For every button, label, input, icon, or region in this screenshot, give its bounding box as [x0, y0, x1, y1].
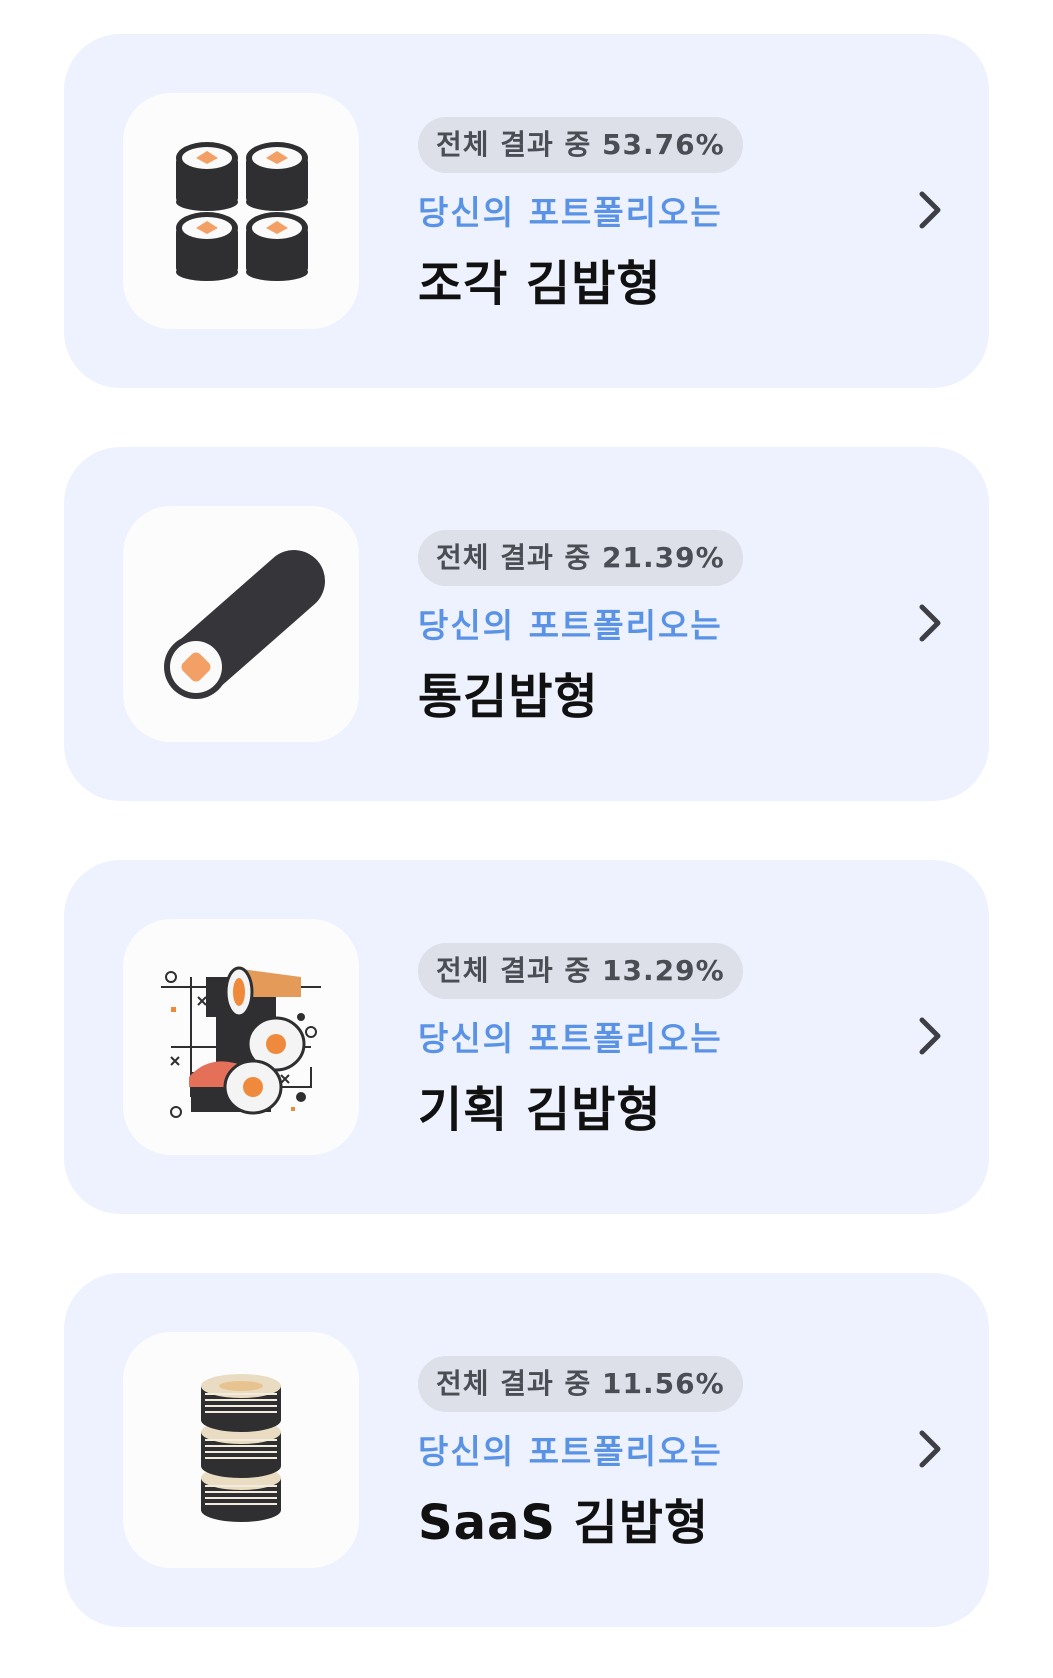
chevron-right-icon[interactable] [912, 599, 948, 647]
sliced-kimbap-icon [123, 93, 359, 329]
result-type-title: 통김밥형 [418, 669, 599, 725]
result-type-title: 기획 김밥형 [418, 1082, 662, 1138]
portfolio-subtitle: 당신의 포트폴리오는 [418, 1432, 723, 1471]
chevron-right-icon[interactable] [912, 1012, 948, 1060]
result-card-planned-kimbap[interactable]: 전체 결과 중 13.29% 당신의 포트폴리오는 기획 김밥형 [64, 860, 989, 1214]
result-card-saas-kimbap[interactable]: 전체 결과 중 11.56% 당신의 포트폴리오는 SaaS 김밥형 [64, 1273, 989, 1627]
result-card-whole-kimbap[interactable]: 전체 결과 중 21.39% 당신의 포트폴리오는 통김밥형 [64, 447, 989, 801]
share-badge: 전체 결과 중 11.56% [418, 1356, 743, 1412]
chevron-right-icon[interactable] [912, 186, 948, 234]
portfolio-subtitle: 당신의 포트폴리오는 [418, 1019, 723, 1058]
result-type-title: 조각 김밥형 [418, 256, 662, 312]
planned-kimbap-illustration-icon [123, 919, 359, 1155]
whole-kimbap-roll-icon [123, 506, 359, 742]
result-type-title: SaaS 김밥형 [418, 1495, 710, 1551]
chevron-right-icon[interactable] [912, 1425, 948, 1473]
share-badge: 전체 결과 중 13.29% [418, 943, 743, 999]
result-card-sliced-kimbap[interactable]: 전체 결과 중 53.76% 당신의 포트폴리오는 조각 김밥형 [64, 34, 989, 388]
result-type-list: 전체 결과 중 53.76% 당신의 포트폴리오는 조각 김밥형 전체 결과 중… [0, 0, 1053, 1678]
stacked-kimbap-icon [123, 1332, 359, 1568]
share-badge: 전체 결과 중 21.39% [418, 530, 743, 586]
portfolio-subtitle: 당신의 포트폴리오는 [418, 606, 723, 645]
share-badge: 전체 결과 중 53.76% [418, 117, 743, 173]
portfolio-subtitle: 당신의 포트폴리오는 [418, 193, 723, 232]
